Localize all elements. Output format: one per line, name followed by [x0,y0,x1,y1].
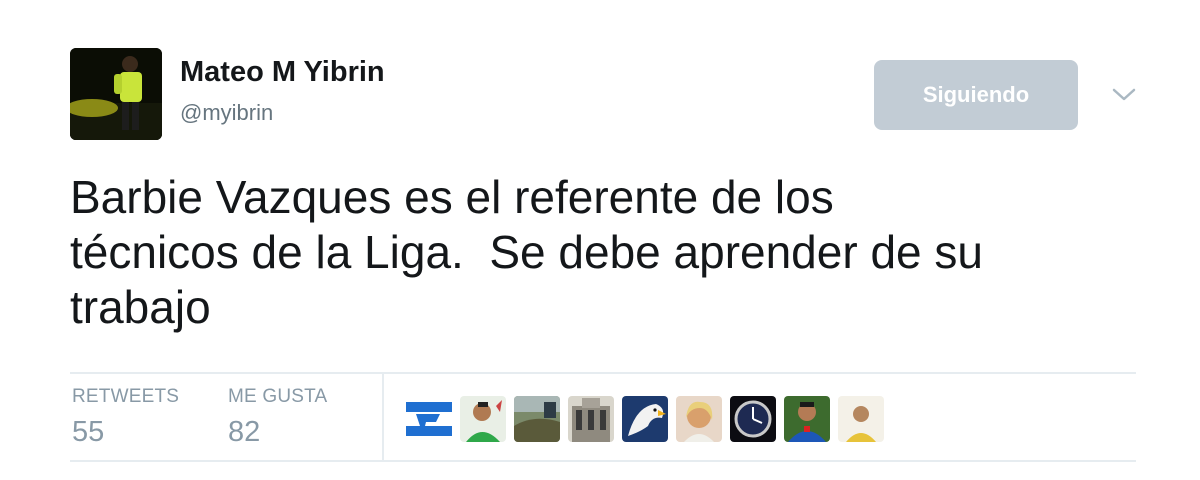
retweets-label: RETWEETS [72,386,180,407]
tweet-text: Barbie Vazques es el referente de los té… [70,171,983,333]
author-handle[interactable]: @myibrin [180,100,273,126]
man-small-avatar-icon[interactable] [838,396,884,442]
author-display-name[interactable]: Mateo M Yibrin [180,56,385,89]
retweets-stat[interactable]: RETWEETS 55 [72,386,179,449]
honduras-flag-avatar-icon[interactable] [406,396,452,442]
woman-portrait-avatar-icon[interactable] [676,396,722,442]
stats-divider [382,374,384,460]
profile-photo-icon[interactable] [70,48,162,140]
tweet-card: Mateo M Yibrin @myibrin Siguiendo Barbie… [0,0,1200,480]
watch-avatar-icon[interactable] [730,396,776,442]
following-button[interactable]: Siguiendo [874,60,1078,130]
building-avatar-icon[interactable] [568,396,614,442]
likes-stat[interactable]: ME GUSTA 82 [228,386,327,449]
tweet-stats: RETWEETS 55 ME GUSTA 82 [70,372,1136,462]
likes-count: 82 [228,416,261,448]
eagle-avatar-icon[interactable] [622,396,668,442]
landscape-avatar-icon[interactable] [514,396,560,442]
man-portrait-avatar-icon[interactable] [460,396,506,442]
likes-label: ME GUSTA [228,386,328,407]
retweets-count: 55 [72,416,105,448]
chevron-down-icon[interactable] [1108,80,1140,108]
man-blue-shirt-avatar-icon[interactable] [784,396,830,442]
